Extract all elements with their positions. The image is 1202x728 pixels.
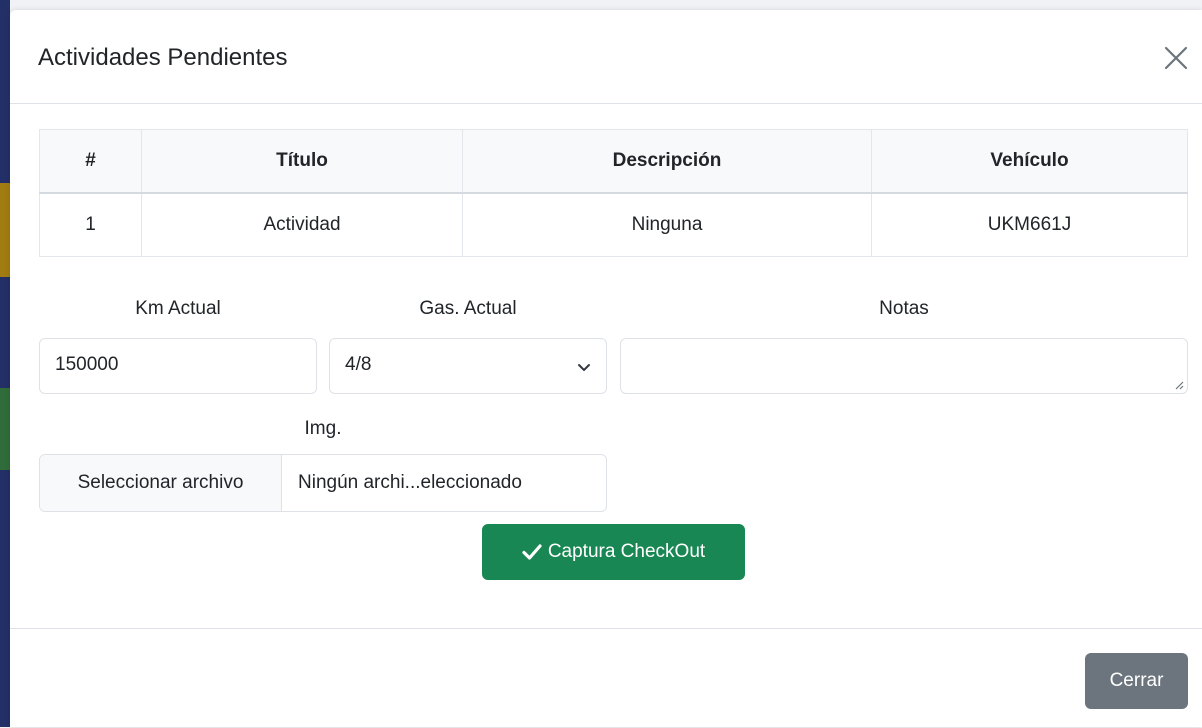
cell-title: Actividad [141, 192, 463, 257]
close-button[interactable] [1162, 44, 1190, 72]
cell-number: 1 [39, 192, 142, 257]
capture-checkout-label: Captura CheckOut [547, 541, 706, 562]
checkmark-icon [522, 544, 542, 560]
km-label: Km Actual [135, 298, 221, 319]
select-file-button[interactable]: Seleccionar archivo [40, 455, 282, 511]
gas-select-value: 4/8 [345, 354, 372, 375]
modal-footer: Cerrar [10, 628, 1202, 728]
table-row: 1 Actividad Ninguna UKM661J [39, 192, 1188, 257]
image-file-input[interactable]: Seleccionar archivo Ningún archi...elecc… [39, 454, 607, 512]
capture-checkout-button[interactable]: Captura CheckOut [482, 524, 745, 580]
km-input-value: 150000 [55, 354, 119, 375]
background-sidebar-edge [0, 0, 10, 727]
table-header-row: # Título Descripción Vehículo [39, 129, 1188, 194]
notes-textarea[interactable] [620, 338, 1188, 394]
km-input[interactable]: 150000 [39, 338, 317, 394]
column-header-description: Descripción [462, 129, 872, 194]
resize-grip-icon[interactable] [1174, 380, 1184, 390]
modal-title: Actividades Pendientes [38, 44, 288, 71]
file-status-text: Ningún archi...eleccionado [298, 472, 522, 493]
cell-vehicle: UKM661J [871, 192, 1188, 257]
close-icon [1164, 46, 1188, 70]
activities-table: # Título Descripción Vehículo 1 Activida… [39, 129, 1188, 257]
gas-label: Gas. Actual [419, 298, 517, 319]
close-modal-button[interactable]: Cerrar [1085, 653, 1188, 709]
column-header-number: # [39, 129, 142, 194]
column-header-vehicle: Vehículo [871, 129, 1188, 194]
img-label: Img. [304, 418, 342, 439]
modal-header: Actividades Pendientes [10, 10, 1202, 104]
cell-description: Ninguna [462, 192, 872, 257]
background-accent-green [0, 388, 10, 470]
chevron-down-icon [578, 364, 590, 371]
background-accent-yellow [0, 183, 10, 277]
notes-label: Notas [879, 298, 929, 319]
pending-activities-modal: Actividades Pendientes # Título Descripc… [10, 10, 1202, 727]
gas-select[interactable]: 4/8 [329, 338, 607, 394]
column-header-title: Título [141, 129, 463, 194]
